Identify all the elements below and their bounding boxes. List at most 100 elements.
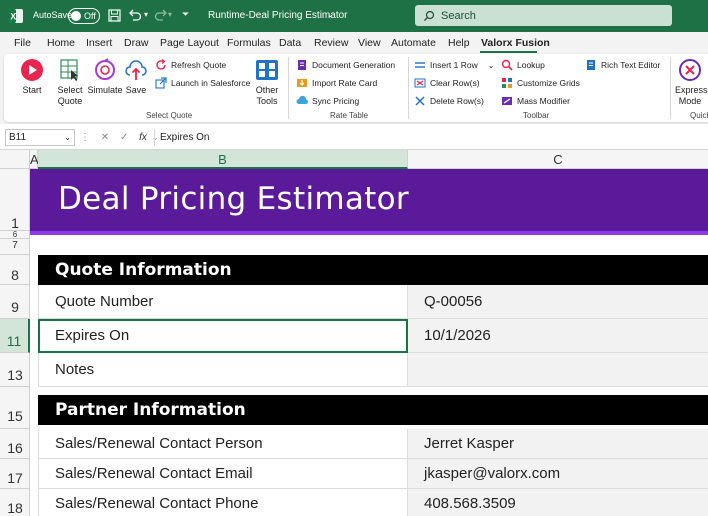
refresh-quote-label: Refresh Quote (171, 60, 227, 70)
start-label: Start (22, 85, 42, 95)
title-bar: X AutoSave Off ▾ ▾ ⏷ Runtime-Deal Pricin… (0, 0, 708, 32)
row-header[interactable]: 1 (0, 169, 30, 231)
row-header[interactable]: 15 (0, 387, 30, 429)
contact-person-value[interactable]: Jerret Kasper (408, 429, 708, 459)
other-tools-button[interactable]: Other Tools (250, 58, 284, 107)
section-header-partner[interactable]: Partner Information (38, 395, 708, 425)
redo-icon[interactable] (154, 8, 168, 25)
autosave-state: Off (84, 11, 96, 21)
tab-draw[interactable]: Draw (124, 37, 149, 49)
row-header[interactable]: 11 (0, 319, 30, 353)
express-mode-icon (679, 59, 701, 81)
select-all-corner[interactable] (0, 150, 30, 169)
customize-toolbar-icon[interactable]: ⏷ (182, 9, 189, 20)
expires-on-value[interactable]: 10/1/2026 (408, 319, 708, 353)
tab-insert[interactable]: Insert (86, 37, 112, 49)
undo-dropdown-icon[interactable]: ▾ (144, 10, 148, 19)
tab-review[interactable]: Review (314, 37, 348, 49)
row-header[interactable]: 17 (0, 459, 30, 489)
ribbon-separator (670, 57, 671, 119)
tab-valorx-fusion[interactable]: Valorx Fusion (481, 37, 550, 49)
tab-formulas[interactable]: Formulas (227, 37, 271, 49)
search-input[interactable]: Search (415, 5, 672, 26)
group-label-toolbar: Toolbar (523, 111, 550, 120)
insert-row-button[interactable]: Insert 1 Row ⌄ (414, 59, 494, 71)
autosave-toggle[interactable]: Off (68, 8, 100, 24)
column-header-a[interactable]: A (30, 150, 39, 169)
save-label: Save (125, 85, 147, 95)
refresh-quote-button[interactable]: Refresh Quote (155, 59, 226, 71)
tab-view[interactable]: View (358, 37, 381, 49)
save-icon[interactable] (108, 9, 121, 25)
contact-phone-label[interactable]: Sales/Renewal Contact Phone (38, 489, 408, 516)
quote-number-label[interactable]: Quote Number (38, 285, 408, 319)
chevron-down-icon[interactable]: ⌄ (152, 133, 159, 142)
start-button[interactable]: Start (12, 58, 52, 96)
row-header[interactable]: 9 (0, 285, 30, 319)
select-quote-button[interactable]: Select Quote (52, 58, 88, 107)
delete-rows-button[interactable]: Delete Row(s) (414, 95, 484, 107)
row-header[interactable]: 13 (0, 353, 30, 387)
row-header[interactable]: 8 (0, 255, 30, 285)
undo-icon[interactable] (128, 8, 142, 25)
notes-label[interactable]: Notes (38, 353, 408, 387)
tab-page-layout[interactable]: Page Layout (160, 37, 219, 49)
contact-email-value[interactable]: jkasper@valorx.com (408, 459, 708, 489)
tab-data[interactable]: Data (279, 37, 301, 49)
chevron-down-icon[interactable]: ⌄ (327, 10, 334, 19)
rich-text-label: Rich Text Editor (601, 60, 661, 70)
sync-pricing-label: Sync Pricing (312, 96, 360, 106)
worksheet: Deal Pricing Estimator Quote Information… (30, 169, 708, 516)
customize-grids-button[interactable]: Customize Grids (501, 77, 580, 89)
tab-home[interactable]: Home (47, 37, 75, 49)
contact-person-label[interactable]: Sales/Renewal Contact Person (38, 429, 408, 459)
chevron-down-icon[interactable]: ⌄ (64, 130, 71, 145)
formula-input[interactable]: Expires On (160, 132, 209, 143)
mass-modifier-button[interactable]: Mass Modifier (501, 95, 570, 107)
clear-icon (414, 77, 426, 89)
contact-phone-value[interactable]: 408.568.3509 (408, 489, 708, 516)
column-header-c[interactable]: C (408, 150, 708, 169)
row-header[interactable]: 16 (0, 429, 30, 459)
import-rate-card-label: Import Rate Card (312, 78, 378, 88)
name-box[interactable]: B11 ⌄ (5, 129, 75, 146)
expires-on-label[interactable]: Expires On (38, 319, 408, 353)
ribbon: Start Select Quote Simulate Save Refresh… (0, 54, 708, 124)
express-mode-button[interactable]: Express Mode (672, 58, 708, 107)
tab-help[interactable]: Help (448, 37, 470, 49)
sync-pricing-button[interactable]: Sync Pricing (296, 95, 359, 107)
import-rate-card-button[interactable]: Import Rate Card (296, 77, 377, 89)
rich-text-editor-button[interactable]: Rich Text Editor (585, 59, 660, 71)
row-header[interactable]: 7 (0, 239, 30, 255)
launch-salesforce-button[interactable]: Launch in Salesforce (155, 77, 250, 89)
customize-grids-label: Customize Grids (517, 78, 580, 88)
autosave-label: AutoSave (33, 10, 73, 20)
toggle-knob (71, 11, 81, 21)
tab-file[interactable]: File (14, 37, 31, 49)
section-header-quote[interactable]: Quote Information (38, 255, 708, 285)
notes-value[interactable] (408, 353, 708, 387)
document-icon (296, 59, 308, 71)
confirm-icon[interactable]: ✓ (120, 132, 128, 143)
lookup-icon (501, 59, 513, 71)
contact-email-label[interactable]: Sales/Renewal Contact Email (38, 459, 408, 489)
clear-rows-button[interactable]: Clear Row(s) (414, 77, 480, 89)
column-headers: A B C (0, 150, 708, 169)
redo-dropdown-icon[interactable]: ▾ (168, 10, 172, 19)
simulate-button[interactable]: Simulate (86, 58, 124, 96)
quote-number-value[interactable]: Q-00056 (408, 285, 708, 319)
column-header-b[interactable]: B (38, 150, 408, 169)
document-generation-label: Document Generation (312, 60, 396, 70)
tab-automate[interactable]: Automate (391, 37, 436, 49)
lookup-button[interactable]: Lookup (501, 59, 545, 71)
row-header[interactable]: 18 (0, 489, 30, 516)
insert-function-icon[interactable]: fx (139, 132, 147, 143)
row-header[interactable]: 6 (0, 231, 30, 239)
save-button[interactable]: Save (122, 58, 150, 96)
insert-row-dropdown-icon[interactable]: ⌄ (488, 61, 495, 70)
cancel-icon[interactable]: ✕ (101, 132, 109, 143)
document-generation-button[interactable]: Document Generation (296, 59, 395, 71)
cloud-upload-icon (125, 60, 147, 80)
search-placeholder: Search (441, 9, 476, 22)
banner-accent-strip (30, 231, 708, 235)
